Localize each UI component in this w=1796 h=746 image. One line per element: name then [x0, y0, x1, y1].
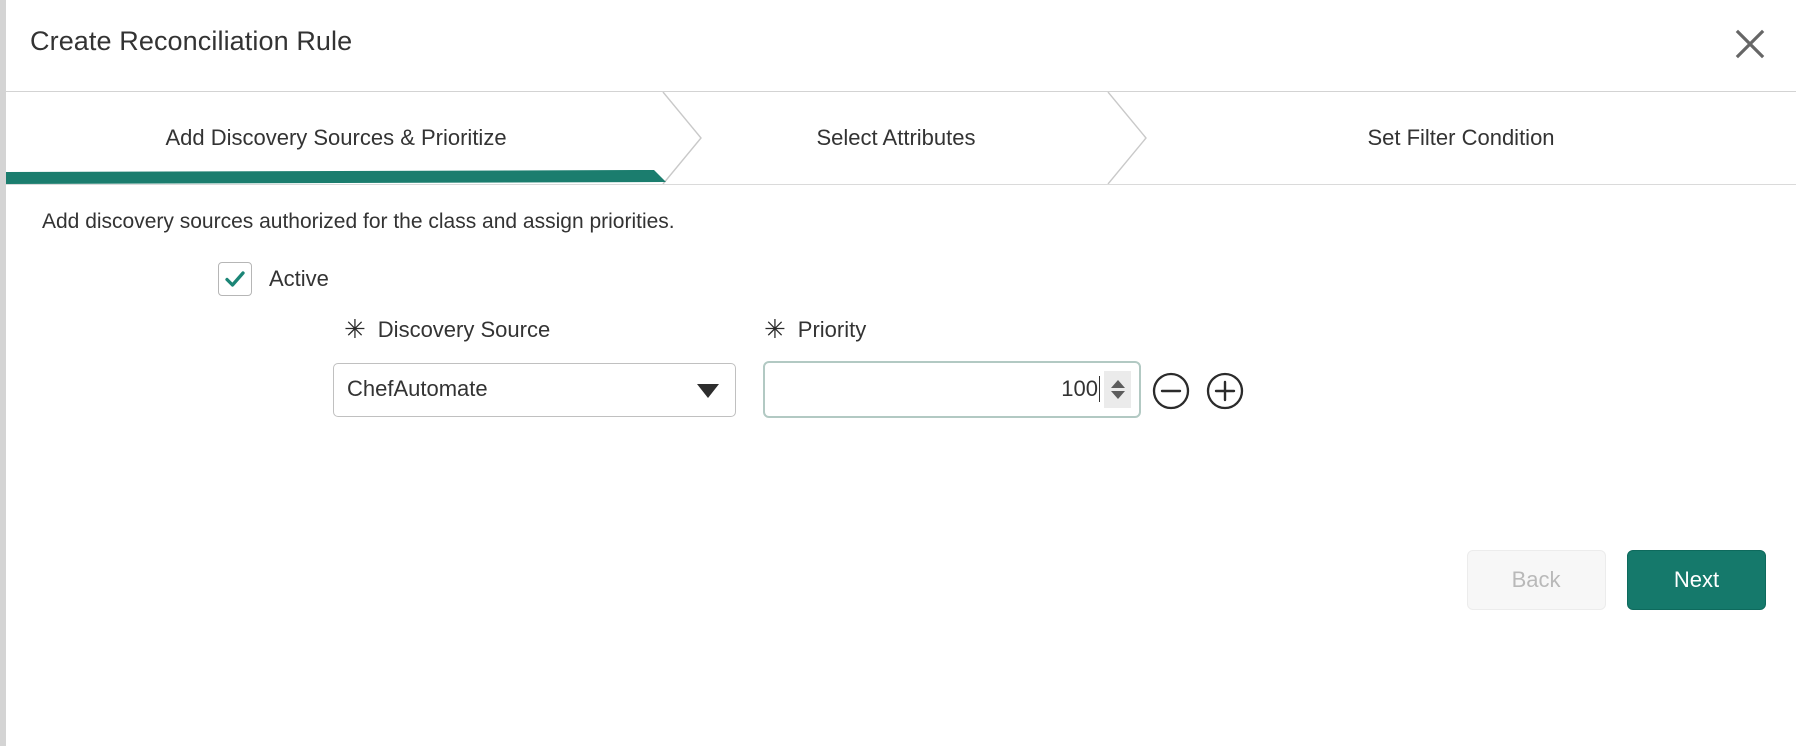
circle-plus-icon: [1205, 371, 1245, 411]
chevron-down-icon[interactable]: [697, 384, 719, 398]
wizard-stepper: Add Discovery Sources & Prioritize Selec…: [6, 92, 1796, 185]
required-asterisk-icon: ✳: [764, 317, 786, 343]
active-tab-indicator: [6, 170, 666, 184]
next-button[interactable]: Next: [1627, 550, 1766, 610]
active-checkbox[interactable]: [218, 262, 252, 296]
priority-label-group: ✳ Priority: [764, 317, 866, 343]
back-button[interactable]: Back: [1467, 550, 1606, 610]
dialog-footer: Back Next: [1467, 550, 1766, 610]
circle-minus-icon: [1151, 371, 1191, 411]
discovery-source-select[interactable]: ChefAutomate: [333, 363, 736, 417]
page-title: Create Reconciliation Rule: [30, 26, 352, 57]
priority-input-value: 100: [1061, 376, 1098, 402]
close-button[interactable]: [1726, 20, 1774, 68]
tab-label: Add Discovery Sources & Prioritize: [165, 125, 506, 151]
tab-label: Set Filter Condition: [1367, 125, 1554, 151]
text-caret: [1099, 376, 1100, 402]
tab-label: Select Attributes: [817, 125, 976, 151]
discovery-source-label-group: ✳ Discovery Source: [344, 317, 550, 343]
discovery-source-selected-value: ChefAutomate: [347, 376, 488, 402]
priority-label: Priority: [798, 317, 866, 343]
active-checkbox-row: Active: [218, 262, 329, 296]
spinner-down-icon[interactable]: [1111, 391, 1125, 399]
discovery-source-label: Discovery Source: [378, 317, 550, 343]
close-icon: [1733, 27, 1767, 61]
create-reconciliation-rule-dialog: Create Reconciliation Rule Add Discovery…: [0, 0, 1796, 746]
dialog-body: Add discovery sources authorized for the…: [6, 185, 1796, 746]
checkmark-icon: [223, 267, 247, 291]
tab-set-filter-condition[interactable]: Set Filter Condition: [1126, 92, 1796, 184]
required-asterisk-icon: ✳: [344, 317, 366, 343]
tab-select-attributes[interactable]: Select Attributes: [666, 92, 1126, 184]
dialog-header: Create Reconciliation Rule: [6, 0, 1796, 92]
add-row-button[interactable]: [1205, 371, 1245, 411]
instructions-text: Add discovery sources authorized for the…: [42, 210, 675, 234]
priority-input[interactable]: 100: [763, 361, 1141, 418]
remove-row-button[interactable]: [1151, 371, 1191, 411]
active-checkbox-label: Active: [269, 266, 329, 292]
priority-stepper[interactable]: [1104, 371, 1131, 408]
spinner-up-icon[interactable]: [1111, 380, 1125, 388]
